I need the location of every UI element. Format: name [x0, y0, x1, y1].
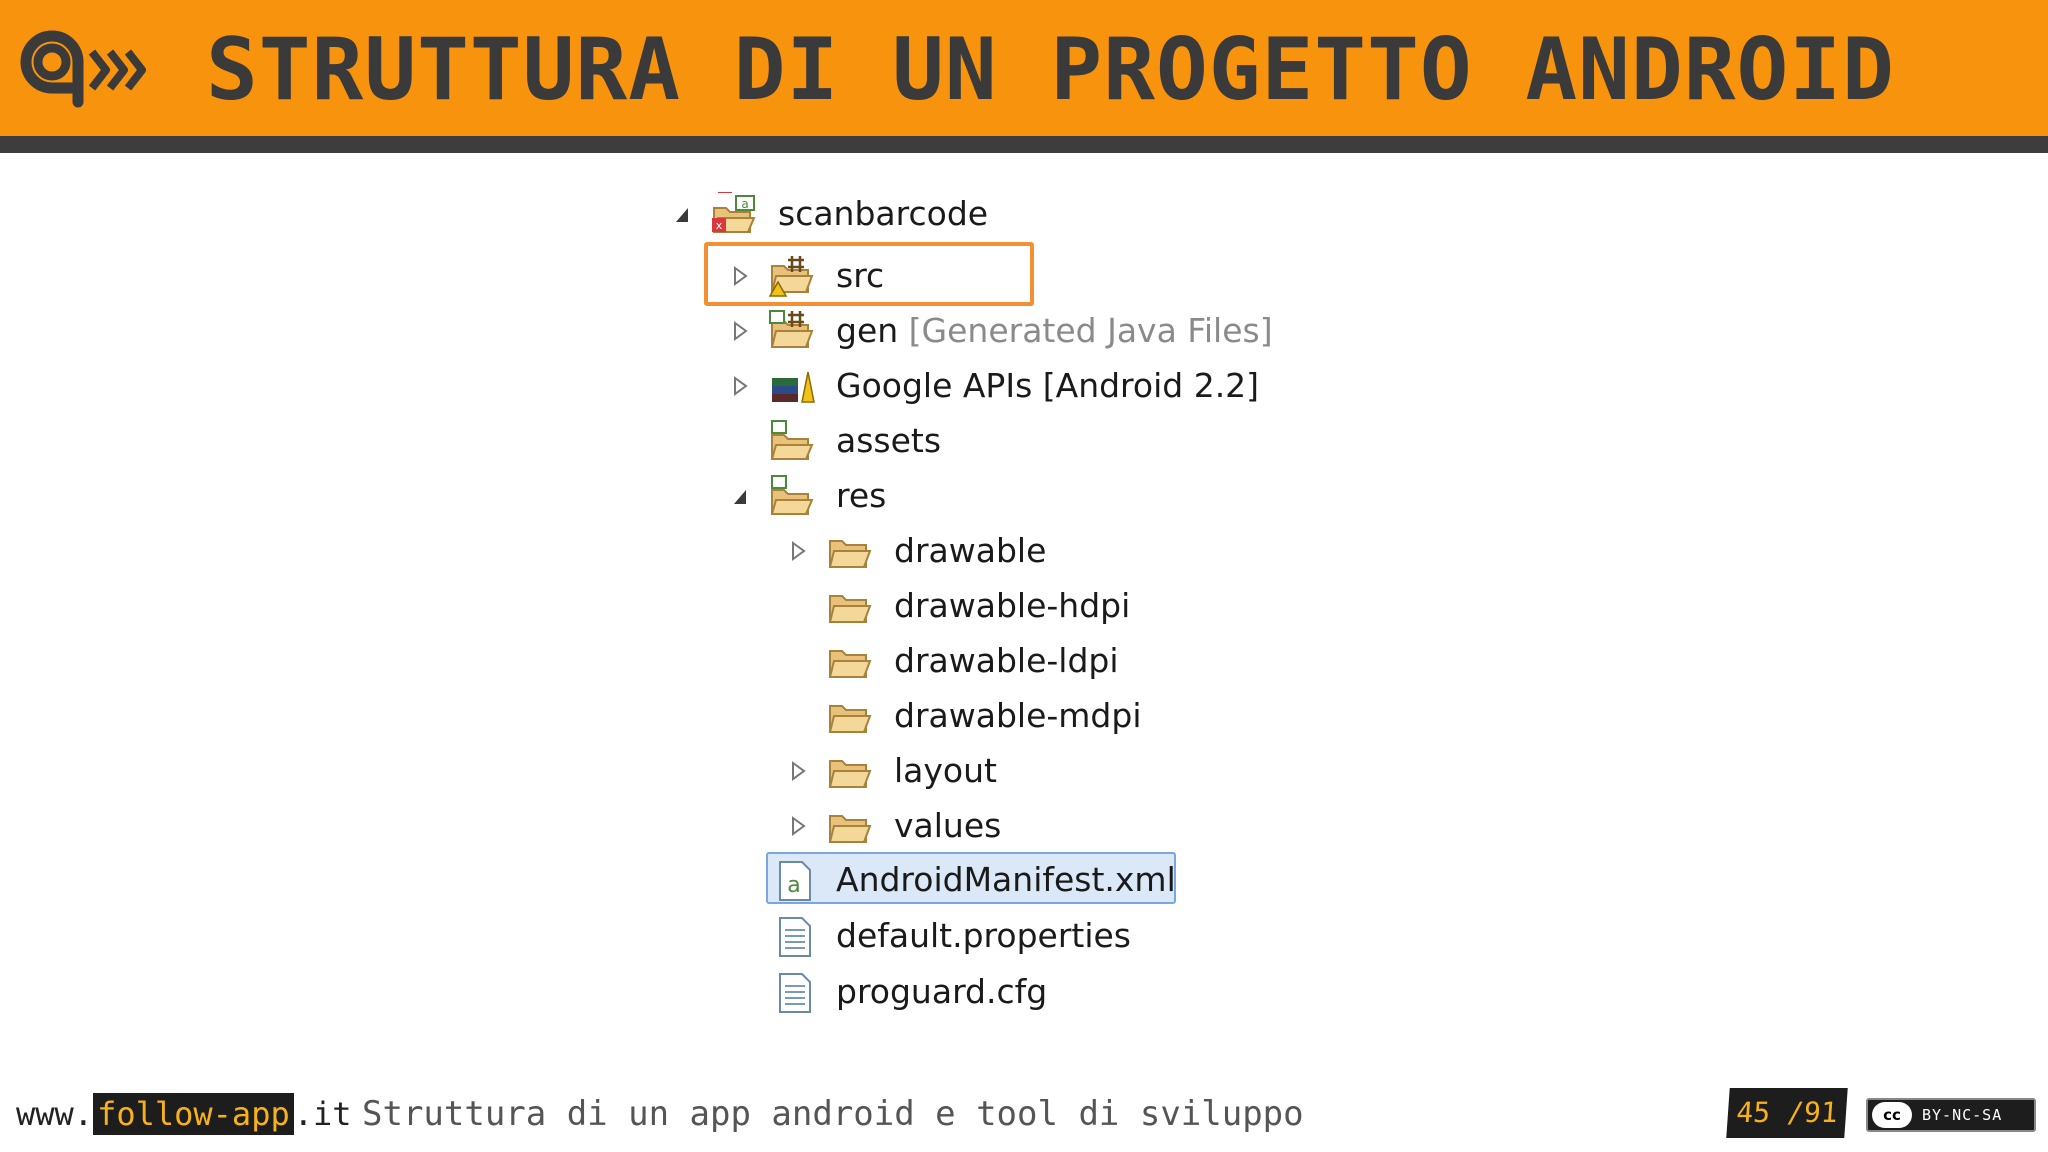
creative-commons-icon: cc	[1872, 1102, 1912, 1128]
slide-title: STRUTTURA DI UN PROGETTO ANDROID	[206, 20, 1895, 120]
folder-icon	[770, 420, 814, 460]
folder-icon	[770, 475, 814, 515]
collapsed-arrow-icon[interactable]	[730, 319, 750, 343]
tree-label-proguard: proguard.cfg	[836, 972, 1048, 1011]
svg-text:a: a	[741, 197, 748, 211]
site-suffix: .it	[293, 1095, 352, 1133]
collapsed-arrow-icon[interactable]	[788, 814, 808, 838]
slide-header: STRUTTURA DI UN PROGETTO ANDROID	[0, 0, 2048, 136]
folder-icon	[828, 760, 872, 788]
svg-text:x: x	[716, 219, 723, 232]
expanded-arrow-icon[interactable]	[730, 484, 750, 508]
folder-icon	[828, 650, 872, 678]
collapsed-arrow-icon[interactable]	[730, 264, 750, 288]
tree-label-drawable: drawable	[894, 531, 1047, 570]
source-package-folder-icon	[768, 256, 814, 297]
android-project-icon: a x	[712, 192, 756, 233]
folder-icon	[828, 705, 872, 733]
tree-label-google-apis: Google APIs [Android 2.2]	[836, 366, 1260, 405]
folder-icon	[828, 595, 872, 623]
footer-site-link[interactable]: www. follow-app .it	[16, 1090, 352, 1138]
expanded-arrow-icon[interactable]	[672, 202, 692, 226]
svg-text:a: a	[787, 873, 800, 898]
tree-label-project: scanbarcode	[778, 194, 989, 233]
library-icon	[772, 371, 815, 403]
follow-app-logo-icon	[20, 30, 146, 108]
tree-label-android-manifest: AndroidManifest.xml	[836, 860, 1176, 899]
tree-label-drawable-hdpi: drawable-hdpi	[894, 586, 1131, 625]
collapsed-arrow-icon[interactable]	[730, 374, 750, 398]
tree-label-drawable-ldpi: drawable-ldpi	[894, 641, 1119, 680]
collapsed-arrow-icon[interactable]	[788, 759, 808, 783]
license-label: BY-NC-SA	[1922, 1106, 2003, 1124]
text-file-icon	[779, 973, 811, 1013]
license-badge[interactable]: cc BY-NC-SA	[1866, 1098, 2036, 1132]
footer-subtitle: Struttura di un app android e tool di sv…	[362, 1094, 1304, 1134]
site-prefix: www.	[16, 1095, 94, 1133]
page-number: 45 /91	[1726, 1088, 1848, 1138]
tree-label-drawable-mdpi: drawable-mdpi	[894, 696, 1142, 735]
site-highlight: follow-app	[93, 1093, 294, 1135]
text-file-icon	[779, 917, 811, 957]
tree-label-default-properties: default.properties	[836, 916, 1132, 955]
tree-label-layout: layout	[894, 751, 997, 790]
tree-label-src: src	[836, 256, 885, 295]
page-total: /91	[1785, 1096, 1839, 1129]
page-current: 45	[1735, 1096, 1772, 1129]
folder-icon	[828, 815, 872, 843]
tree-label-assets: assets	[836, 421, 942, 460]
collapsed-arrow-icon[interactable]	[788, 539, 808, 563]
tree-label-gen: gen [Generated Java Files]	[836, 311, 1273, 350]
generated-package-folder-icon	[769, 310, 814, 348]
header-divider	[0, 136, 2048, 153]
tree-label-res: res	[836, 476, 887, 515]
tree-label-values: values	[894, 806, 1002, 845]
android-manifest-icon: a	[779, 861, 811, 901]
tree-label-gen-extra: [Generated Java Files]	[908, 311, 1273, 350]
package-explorer-tree: a x scanbarcode src gen [Generated Java	[660, 180, 1280, 1030]
folder-icon	[828, 540, 872, 568]
